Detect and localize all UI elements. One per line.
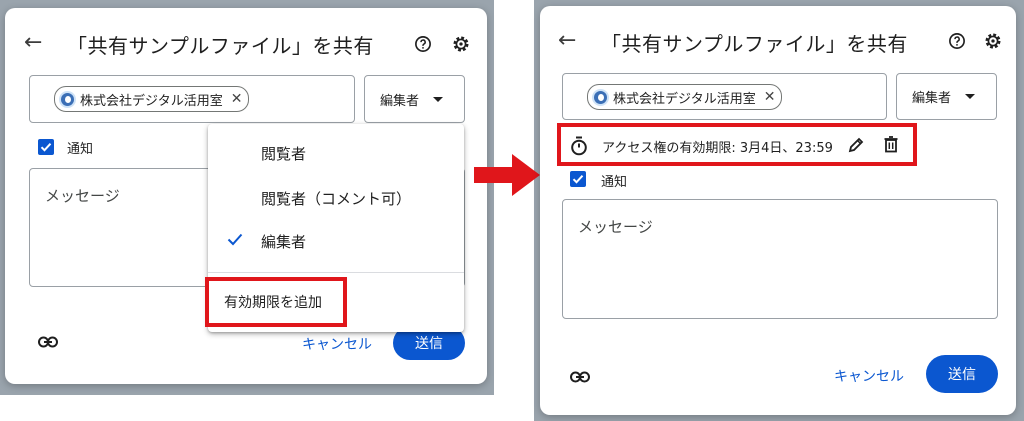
notify-label: 通知: [67, 142, 94, 157]
menu-item-viewer[interactable]: 閲覧者: [208, 131, 464, 175]
notify-label: 通知: [601, 175, 628, 190]
dropdown-caret-icon: [965, 94, 976, 99]
menu-item-label: 編集者: [261, 232, 307, 251]
check-icon: [40, 143, 52, 152]
dialog-title: 「共有サンプルファイル」を共有: [67, 34, 374, 58]
link-icon[interactable]: [570, 368, 590, 387]
share-dialog-after: ← 「共有サンプルファイル」を共有 株式会社デジタル活用室 ✕ 編集者 アクセス…: [540, 6, 1016, 415]
menu-item-commenter[interactable]: 閲覧者（コメント可）: [208, 176, 464, 220]
menu-item-editor[interactable]: 編集者: [208, 219, 464, 263]
people-input[interactable]: 株式会社デジタル活用室 ✕: [29, 75, 355, 123]
recipient-chip[interactable]: 株式会社デジタル活用室 ✕: [54, 86, 250, 112]
close-icon[interactable]: ✕: [231, 91, 243, 107]
menu-divider: [208, 272, 464, 273]
recipient-chip[interactable]: 株式会社デジタル活用室 ✕: [587, 84, 783, 110]
role-label: 編集者: [380, 93, 420, 109]
people-input[interactable]: 株式会社デジタル活用室 ✕: [562, 73, 887, 120]
settings-gear-icon[interactable]: [982, 30, 1004, 52]
chip-label: 株式会社デジタル活用室: [613, 91, 756, 107]
avatar: [59, 90, 76, 108]
close-icon[interactable]: ✕: [764, 89, 776, 105]
right-arrow-icon: [474, 154, 540, 196]
dropdown-caret-icon: [433, 96, 444, 102]
check-icon: [227, 233, 243, 246]
cancel-button[interactable]: キャンセル: [302, 334, 372, 354]
help-icon[interactable]: [946, 30, 968, 52]
help-icon[interactable]: [412, 33, 434, 55]
cancel-button[interactable]: キャンセル: [834, 366, 904, 386]
highlight-box-expiry: [557, 123, 917, 166]
message-placeholder: メッセージ: [45, 187, 120, 205]
role-select[interactable]: 編集者: [364, 75, 465, 123]
message-placeholder: メッセージ: [578, 218, 653, 236]
notify-checkbox[interactable]: [38, 139, 54, 155]
link-icon[interactable]: [38, 333, 58, 352]
check-icon: [572, 175, 584, 184]
send-button[interactable]: 送信: [926, 355, 998, 393]
back-arrow-icon[interactable]: ←: [558, 28, 576, 53]
back-arrow-icon[interactable]: ←: [24, 30, 42, 55]
highlight-box-add-expiry: [205, 277, 347, 327]
avatar: [592, 88, 609, 106]
role-select[interactable]: 編集者: [896, 73, 997, 120]
chip-label: 株式会社デジタル活用室: [80, 93, 223, 109]
dialog-title: 「共有サンプルファイル」を共有: [601, 32, 908, 56]
notify-checkbox[interactable]: [570, 171, 586, 187]
message-textarea[interactable]: メッセージ: [562, 199, 998, 319]
settings-gear-icon[interactable]: [450, 33, 472, 55]
role-label: 編集者: [912, 91, 952, 106]
